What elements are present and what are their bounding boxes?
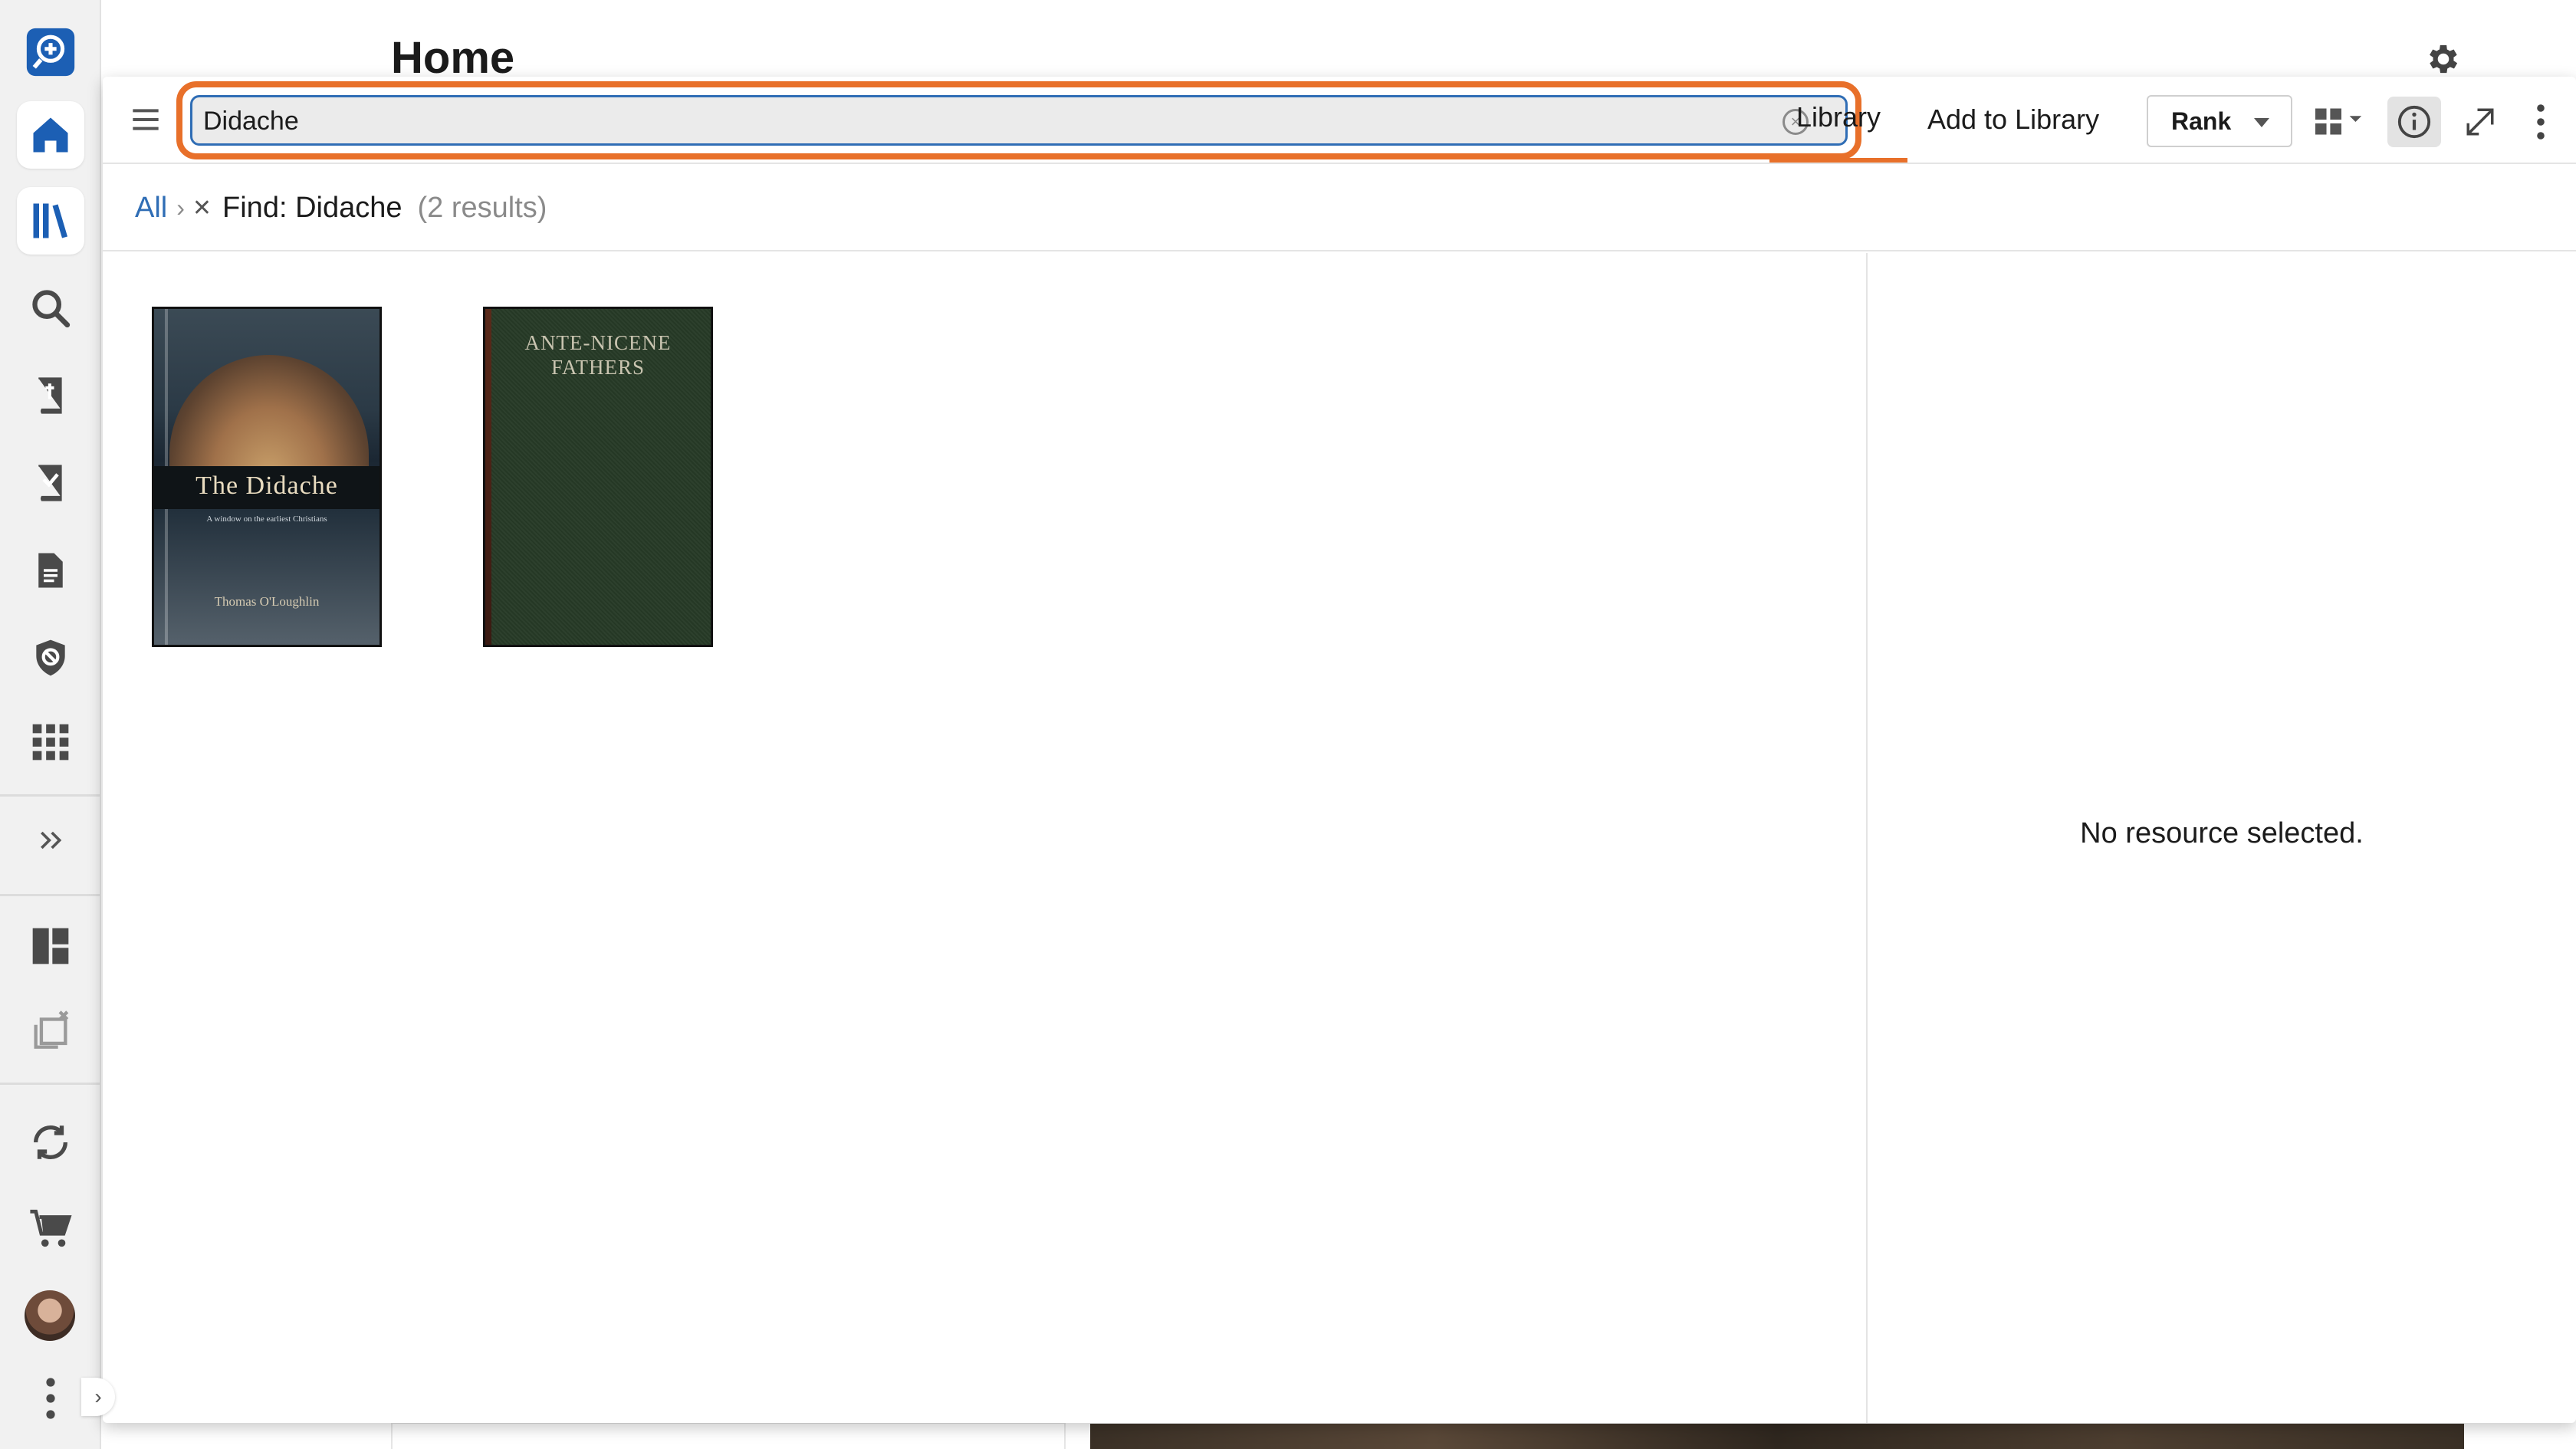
breadcrumb-chevron-icon: › xyxy=(176,193,185,222)
menu-icon[interactable] xyxy=(130,106,161,137)
breadcrumb-find: Find: Didache xyxy=(222,191,402,224)
tab-add-label: Add to Library xyxy=(1927,104,2100,135)
cover-art xyxy=(169,355,369,478)
view-mode-icon[interactable] xyxy=(2306,97,2375,147)
breadcrumb-all-link[interactable]: All xyxy=(135,192,167,225)
sort-label: Rank xyxy=(2171,107,2232,135)
empty-detail-message: No resource selected. xyxy=(2080,817,2364,849)
result-count: (2 results) xyxy=(417,191,547,224)
rail-divider xyxy=(0,794,100,797)
panel-toolbar: × Library Add to Library Rank xyxy=(103,77,2576,164)
bible-icon[interactable] xyxy=(17,362,84,429)
documents-icon[interactable] xyxy=(17,537,84,604)
avatar[interactable] xyxy=(25,1290,75,1341)
reading-plan-icon[interactable] xyxy=(17,449,84,517)
detail-pane: No resource selected. xyxy=(1866,253,2576,1423)
shield-icon[interactable] xyxy=(17,624,84,692)
book-author: Thomas O'Loughlin xyxy=(214,594,320,609)
search-field[interactable]: × xyxy=(190,95,1848,146)
search-icon[interactable] xyxy=(17,274,84,342)
gear-icon[interactable] xyxy=(2424,40,2463,82)
chevron-down-icon xyxy=(2254,118,2269,127)
library-icon[interactable] xyxy=(17,187,84,255)
book-cover-didache[interactable]: The Didache A window on the earliest Chr… xyxy=(152,307,382,647)
book-title-line2: FATHERS xyxy=(550,356,646,379)
more-vertical-icon[interactable] xyxy=(17,1365,84,1432)
breadcrumb: All › ✕ Find: Didache (2 results) xyxy=(103,166,2576,251)
left-rail: › xyxy=(0,0,115,1449)
tab-add-to-library[interactable]: Add to Library xyxy=(1927,77,2127,163)
rail-divider xyxy=(0,1083,100,1085)
home-title: Home xyxy=(391,33,515,83)
sync-icon[interactable] xyxy=(17,1109,84,1176)
remove-filter-icon[interactable]: ✕ xyxy=(192,195,212,222)
book-title-line1: ANTE-NICENE xyxy=(524,331,672,354)
more-vertical-icon[interactable] xyxy=(2518,97,2564,147)
book-cover-ante-nicene[interactable]: ANTE-NICENE FATHERS xyxy=(483,307,713,647)
library-panel: × Library Add to Library Rank All › ✕ Fi… xyxy=(103,77,2576,1423)
home-icon[interactable] xyxy=(17,101,84,169)
book-title: ANTE-NICENE FATHERS xyxy=(485,330,711,380)
tab-library-label: Library xyxy=(1796,101,1881,133)
cart-icon[interactable] xyxy=(17,1194,84,1262)
logos-logo-icon[interactable] xyxy=(17,18,84,86)
rail-divider xyxy=(0,894,100,896)
info-icon[interactable] xyxy=(2387,97,2441,147)
book-subtitle: A window on the earliest Christians xyxy=(206,514,327,524)
close-panels-icon[interactable] xyxy=(17,997,84,1064)
sort-select[interactable]: Rank xyxy=(2147,95,2292,147)
dashboard-icon[interactable] xyxy=(17,912,84,980)
results-grid: The Didache A window on the earliest Chr… xyxy=(103,253,1866,1423)
search-input[interactable] xyxy=(203,104,1729,139)
home-card-image xyxy=(1090,1424,2464,1449)
tab-library[interactable]: Library xyxy=(1769,77,1907,163)
popout-icon[interactable] xyxy=(2453,97,2507,147)
book-title: The Didache xyxy=(196,472,338,500)
expand-icon[interactable] xyxy=(17,807,84,874)
apps-grid-icon[interactable] xyxy=(17,708,84,776)
home-card xyxy=(391,1422,1066,1449)
